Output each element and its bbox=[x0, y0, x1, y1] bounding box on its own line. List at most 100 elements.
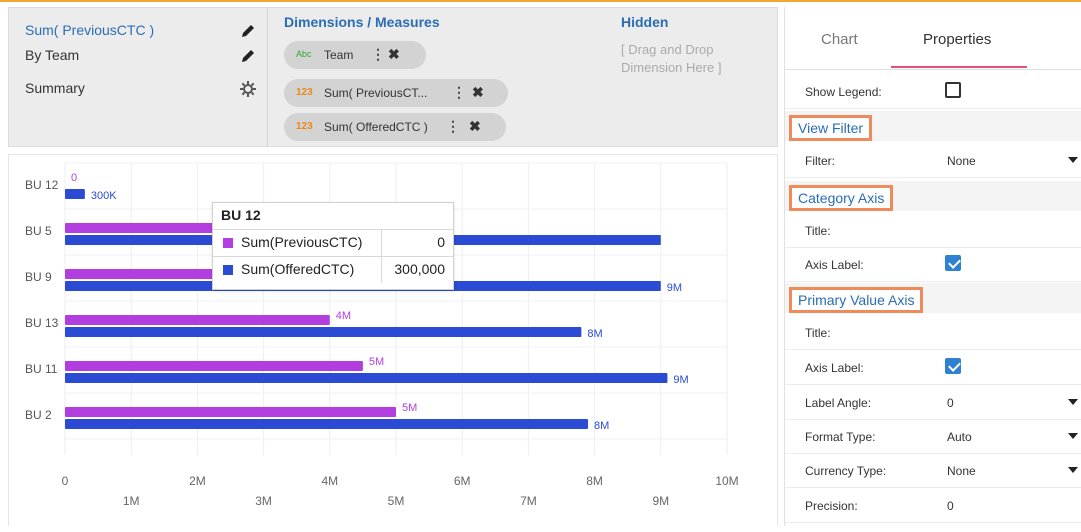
gear-icon[interactable] bbox=[239, 80, 257, 98]
view-filter-title: View Filter bbox=[789, 115, 873, 141]
measure-list: Sum( PreviousCTC ) By Team Summary bbox=[9, 8, 268, 146]
category-tick-label: BU 2 bbox=[25, 408, 52, 422]
close-icon[interactable]: ✖ bbox=[469, 118, 481, 135]
bar-data-label: 8M bbox=[594, 420, 609, 432]
bar bbox=[65, 327, 582, 337]
tooltip-divider bbox=[381, 257, 382, 283]
bar bbox=[65, 407, 396, 417]
more-icon[interactable]: ⋮ bbox=[452, 84, 466, 101]
active-tab-indicator bbox=[891, 66, 1027, 68]
pill-label: Sum( PreviousCT... bbox=[324, 86, 428, 100]
text-type-icon: Abc bbox=[296, 49, 312, 59]
category-axis-section: Category Axis bbox=[785, 181, 1081, 211]
close-icon[interactable]: ✖ bbox=[472, 84, 484, 101]
bar-data-label: 5M bbox=[369, 356, 384, 368]
group-by-item[interactable]: By Team bbox=[25, 45, 257, 67]
category-tick-label: BU 13 bbox=[25, 316, 59, 330]
bar bbox=[65, 223, 231, 233]
filter-select[interactable]: None bbox=[947, 154, 976, 168]
category-tick-label: BU 11 bbox=[25, 362, 58, 376]
top-accent-line bbox=[0, 0, 1081, 2]
x-tick-label: 4M bbox=[321, 474, 338, 488]
pill-label: Sum( OfferedCTC ) bbox=[324, 120, 428, 134]
bar bbox=[65, 315, 330, 325]
category-title-label: Title: bbox=[805, 224, 831, 238]
measure-pill-previousctc[interactable]: 123 Sum( PreviousCT... ⋮ ✖ bbox=[284, 79, 508, 107]
category-axis-label-checkbox[interactable] bbox=[945, 255, 961, 271]
label-angle-label: Label Angle: bbox=[805, 396, 872, 410]
bar-data-label: 9M bbox=[673, 374, 688, 386]
category-axis-label-row: Axis Label: bbox=[785, 247, 1081, 282]
tooltip-series-value: 300,000 bbox=[394, 261, 445, 277]
series-swatch bbox=[223, 238, 233, 248]
x-tick-label: 6M bbox=[454, 474, 471, 488]
x-tick-label: 8M bbox=[586, 474, 603, 488]
bar bbox=[65, 189, 85, 199]
group-by-label: By Team bbox=[25, 47, 80, 63]
pencil-icon[interactable] bbox=[239, 47, 257, 65]
category-axis-label-label: Axis Label: bbox=[805, 258, 864, 272]
chevron-down-icon[interactable] bbox=[1068, 157, 1078, 163]
category-tick-label: BU 12 bbox=[25, 178, 59, 192]
x-tick-label: 9M bbox=[652, 494, 669, 508]
filter-row: Filter: None bbox=[785, 143, 1081, 178]
label-angle-row: Label Angle: 0 bbox=[785, 385, 1081, 420]
show-legend-checkbox[interactable] bbox=[945, 82, 961, 98]
primary-value-axis-title: Primary Value Axis bbox=[789, 287, 924, 313]
tab-chart[interactable]: Chart bbox=[821, 31, 858, 48]
hidden-zone[interactable]: Hidden [ Drag and Drop Dimension Here ] bbox=[609, 8, 777, 146]
x-tick-label: 3M bbox=[255, 494, 272, 508]
show-legend-row: Show Legend: bbox=[785, 74, 1081, 109]
tooltip-row: Sum(PreviousCTC) 0 bbox=[213, 229, 453, 256]
chevron-down-icon[interactable] bbox=[1068, 399, 1078, 405]
x-tick-label: 5M bbox=[388, 494, 405, 508]
summary-label: Summary bbox=[25, 80, 85, 96]
pencil-icon[interactable] bbox=[239, 22, 257, 40]
bar-data-label: 300K bbox=[91, 190, 117, 202]
precision-row: Precision: 0 bbox=[785, 488, 1081, 523]
format-type-row: Format Type: Auto bbox=[785, 419, 1081, 454]
bar-data-label: 8M bbox=[587, 328, 602, 340]
bar bbox=[65, 373, 668, 383]
tooltip-title: BU 12 bbox=[221, 207, 261, 223]
number-type-icon: 123 bbox=[296, 121, 313, 132]
format-type-select[interactable]: Auto bbox=[947, 430, 972, 444]
more-icon[interactable]: ⋮ bbox=[371, 46, 385, 63]
category-axis-title: Category Axis bbox=[789, 185, 894, 211]
bar bbox=[65, 419, 588, 429]
dimension-pill-team[interactable]: Abc Team ⋮ ✖ bbox=[284, 41, 426, 69]
label-angle-select[interactable]: 0 bbox=[947, 396, 954, 410]
currency-type-row: Currency Type: None bbox=[785, 453, 1081, 488]
tooltip-series-name: Sum(OfferedCTC) bbox=[241, 261, 355, 277]
summary-item[interactable]: Summary bbox=[25, 78, 257, 100]
tab-properties[interactable]: Properties bbox=[923, 31, 991, 48]
category-tick-label: BU 5 bbox=[25, 224, 52, 238]
chevron-down-icon[interactable] bbox=[1068, 433, 1078, 439]
category-tick-label: BU 9 bbox=[25, 270, 52, 284]
dimensions-title: Dimensions / Measures bbox=[284, 14, 440, 30]
bar-data-label: 5M bbox=[402, 402, 417, 414]
show-legend-label: Show Legend: bbox=[805, 85, 882, 99]
precision-input[interactable]: 0 bbox=[947, 499, 954, 513]
drop-hint: [ Drag and Drop Dimension Here ] bbox=[621, 42, 722, 75]
bar-data-label: 9M bbox=[667, 282, 682, 294]
more-icon[interactable]: ⋮ bbox=[446, 118, 460, 135]
bar-data-label: 0 bbox=[71, 172, 77, 184]
primary-value-axis-section: Primary Value Axis bbox=[785, 283, 1081, 313]
tooltip-series-value: 0 bbox=[437, 234, 445, 250]
currency-type-select[interactable]: None bbox=[947, 464, 976, 478]
value-axis-label-checkbox[interactable] bbox=[945, 358, 961, 374]
tooltip-row: Sum(OfferedCTC) 300,000 bbox=[213, 256, 453, 283]
measure-item-previousctc[interactable]: Sum( PreviousCTC ) bbox=[25, 20, 257, 42]
chevron-down-icon[interactable] bbox=[1068, 467, 1078, 473]
x-tick-label: 10M bbox=[715, 474, 738, 488]
measure-pill-offeredctc[interactable]: 123 Sum( OfferedCTC ) ⋮ ✖ bbox=[284, 113, 506, 141]
filter-label: Filter: bbox=[805, 154, 835, 168]
measure-label: Sum( PreviousCTC ) bbox=[25, 22, 155, 38]
x-tick-label: 7M bbox=[520, 494, 537, 508]
hidden-title: Hidden bbox=[621, 14, 669, 30]
close-icon[interactable]: ✖ bbox=[388, 46, 400, 63]
tooltip-divider bbox=[381, 230, 382, 256]
bar-data-label: 4M bbox=[336, 310, 351, 322]
bar bbox=[65, 361, 363, 371]
